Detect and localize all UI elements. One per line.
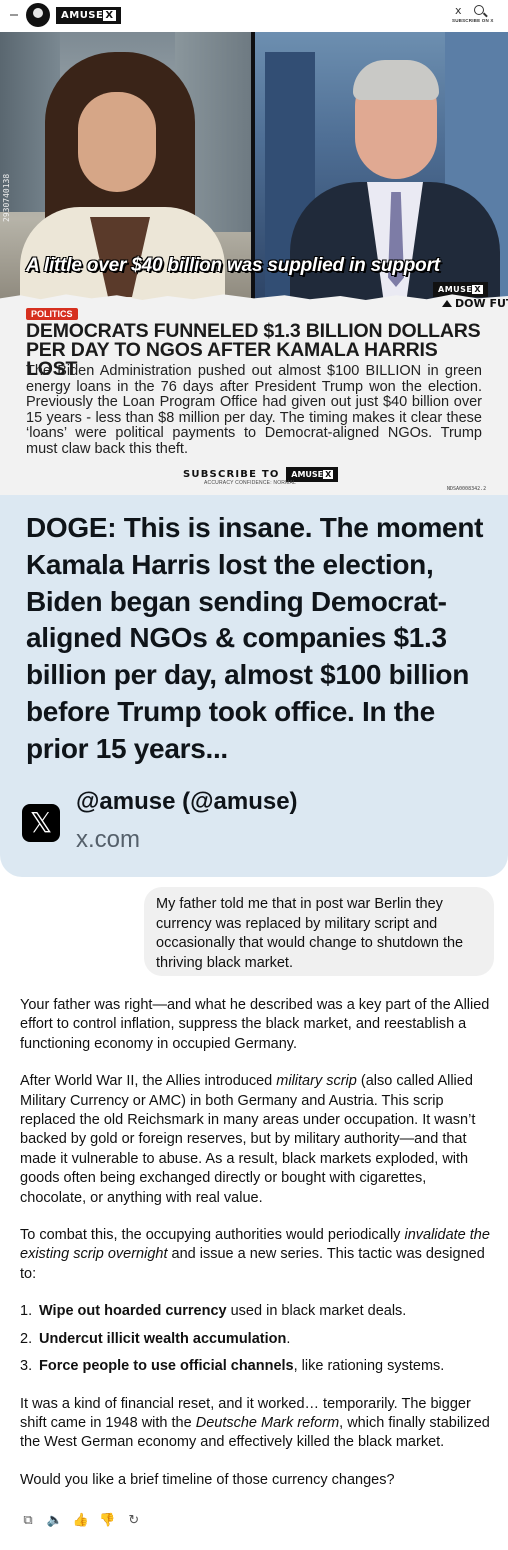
thumbs-up-icon[interactable]: 👍 xyxy=(73,1513,89,1529)
preview-image: AMUSE X x SUBSCRIBE ON X 2930740138 A lit… xyxy=(0,0,508,495)
assistant-message: Your father was right—and what he descri… xyxy=(20,996,496,1508)
source-domain: x.com xyxy=(76,826,141,853)
preview-title[interactable]: DOGE: This is insane. The moment Kamala … xyxy=(26,510,491,768)
subscribe-small-text: SUBSCRIBE ON X xyxy=(452,18,494,23)
video-id-number: 2930740138 xyxy=(2,173,11,222)
answer-list: 1. Wipe out hoarded currency used in blac… xyxy=(20,1302,496,1376)
link-preview-card[interactable]: AMUSE X x SUBSCRIBE ON X 2930740138 A lit… xyxy=(0,0,508,877)
x-icon: x xyxy=(455,4,462,17)
user-message: My father told me that in post war Berli… xyxy=(144,887,494,976)
answer-paragraph-1: Your father was right—and what he descri… xyxy=(20,997,490,1052)
answer-paragraph-5: Would you like a brief timeline of those… xyxy=(20,1471,395,1488)
answer-paragraph-3: To combat this, the occupying authoritie… xyxy=(20,1227,490,1282)
answer-paragraph-4: It was a kind of financial reset, and it… xyxy=(20,1395,490,1451)
list-item: 3. Force people to use official channels,… xyxy=(20,1358,445,1375)
x-logo-icon: 𝕏 xyxy=(22,804,60,842)
thumbs-down-icon[interactable]: 👎 xyxy=(99,1513,115,1529)
accuracy-note: ACCURACY CONFIDENCE: NORMAL xyxy=(204,480,296,486)
amuse-logo: AMUSE X xyxy=(56,7,121,24)
search-icon xyxy=(474,5,484,15)
answer-paragraph-2: After World War II, the Allies introduce… xyxy=(20,1073,476,1206)
regenerate-icon[interactable]: ↻ xyxy=(126,1513,142,1529)
category-tag: POLITICS xyxy=(26,308,78,320)
ticker-label: DOW FUT xyxy=(442,297,508,310)
avatar-icon xyxy=(26,3,50,27)
menu-dash-icon xyxy=(10,14,18,16)
list-item: 1. Wipe out hoarded currency used in blac… xyxy=(20,1303,407,1320)
reference-code: NDSA0008342.2 xyxy=(447,486,487,492)
video-topbar: AMUSE X x SUBSCRIBE ON X xyxy=(0,0,508,32)
copy-icon[interactable]: ⧉ xyxy=(20,1513,36,1529)
video-frame: 2930740138 A little over $40 billion was… xyxy=(0,32,508,300)
message-actions: ⧉ 🔈 👍 👎 ↻ xyxy=(20,1511,148,1529)
source-name: @amuse (@amuse) xyxy=(76,788,298,815)
video-watermark-logo: AMUSE X xyxy=(433,282,489,297)
list-item: 2. Undercut illicit wealth accumulation. xyxy=(20,1330,291,1347)
video-caption: A little over $40 billion was supplied i… xyxy=(26,255,440,276)
article-body: The Biden Administration pushed out almo… xyxy=(26,363,482,457)
read-aloud-icon[interactable]: 🔈 xyxy=(46,1513,62,1529)
